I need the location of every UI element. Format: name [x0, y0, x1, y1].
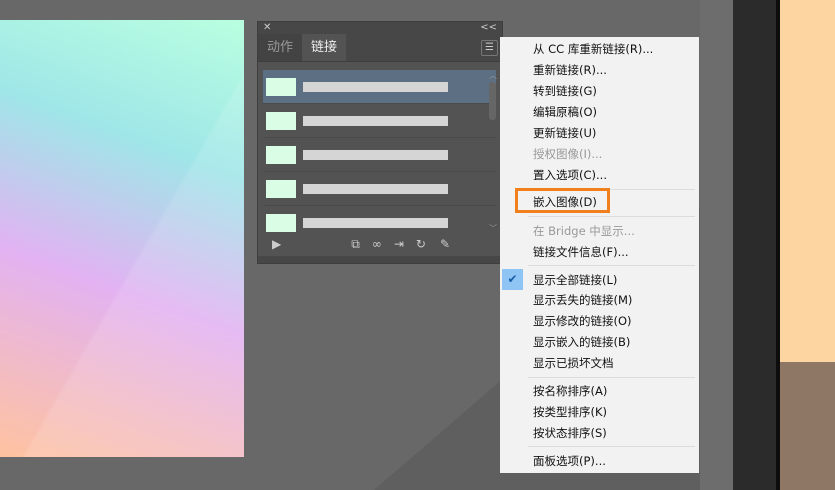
menu-item-show-modified-links[interactable]: 显示修改的链接(O)	[533, 311, 632, 331]
list-item[interactable]	[263, 138, 496, 172]
menu-item-relink[interactable]: 重新链接(R)...	[533, 60, 607, 80]
link-name-placeholder	[303, 149, 448, 160]
scroll-up-icon[interactable]: ︿	[488, 70, 498, 81]
window-gap	[733, 0, 776, 490]
tab-links[interactable]: 链接	[302, 34, 347, 61]
edit-original-icon[interactable]: ✎	[440, 237, 450, 251]
links-list	[263, 70, 496, 234]
close-icon[interactable]: ✕	[263, 22, 271, 34]
link-thumbnail	[266, 145, 296, 164]
link-name-placeholder	[303, 115, 448, 126]
checkmark-icon: ✔	[502, 269, 523, 290]
link-thumbnail	[266, 111, 296, 130]
link-name-placeholder	[303, 81, 448, 92]
collapse-icon[interactable]: <<	[480, 22, 497, 34]
second-artboard	[780, 0, 835, 362]
goto-link-icon[interactable]: ⇥	[394, 237, 404, 251]
menu-item-show-all-links[interactable]: 显示全部链接(L)	[533, 270, 617, 290]
link-thumbnail	[266, 213, 296, 232]
menu-item-show-in-bridge: 在 Bridge 中显示...	[533, 224, 635, 238]
menu-item-sort-by-name[interactable]: 按名称排序(A)	[533, 381, 607, 401]
canvas-edge	[700, 0, 733, 490]
menu-item-show-missing-links[interactable]: 显示丢失的链接(M)	[533, 290, 632, 310]
menu-item-relink-cc[interactable]: 从 CC 库重新链接(R)...	[533, 39, 653, 59]
list-item[interactable]	[263, 70, 496, 104]
menu-item-link-file-info[interactable]: 链接文件信息(F)...	[533, 242, 629, 262]
link-thumbnail	[266, 179, 296, 198]
menu-item-update-link[interactable]: 更新链接(U)	[533, 123, 596, 143]
menu-item-license-image: 授权图像(I)...	[533, 147, 603, 161]
list-item[interactable]	[263, 104, 496, 138]
link-icon[interactable]: ∞	[372, 237, 382, 251]
panel-menu-icon[interactable]: ☰	[481, 40, 498, 56]
list-item[interactable]	[263, 172, 496, 206]
menu-separator	[528, 377, 695, 378]
menu-item-edit-original[interactable]: 编辑原稿(O)	[533, 102, 597, 122]
link-name-placeholder	[303, 217, 448, 228]
highlight-box	[515, 188, 610, 213]
links-panel: ✕ << 动作 链接 ☰ ︿ ﹀ ▶ ⧉ ∞ ⇥ ↻ ✎	[257, 21, 503, 264]
menu-item-placement-options[interactable]: 置入选项(C)...	[533, 165, 607, 185]
update-link-icon[interactable]: ↻	[416, 237, 426, 251]
menu-item-show-broken-docs[interactable]: 显示已损坏文档	[533, 353, 614, 373]
artboard-shade	[0, 20, 244, 457]
menu-item-panel-options[interactable]: 面板选项(P)...	[533, 451, 606, 471]
play-icon[interactable]: ▶	[272, 237, 281, 251]
menu-item-sort-by-status[interactable]: 按状态排序(S)	[533, 423, 607, 443]
relink-cc-icon[interactable]: ⧉	[351, 237, 360, 252]
link-thumbnail	[266, 77, 296, 96]
tab-actions[interactable]: 动作	[258, 34, 303, 61]
menu-item-show-embedded-links[interactable]: 显示嵌入的链接(B)	[533, 332, 630, 352]
link-name-placeholder	[303, 183, 448, 194]
scrollbar-thumb[interactable]	[489, 82, 496, 120]
menu-separator	[528, 216, 695, 217]
menu-separator	[528, 446, 695, 447]
menu-item-goto-link[interactable]: 转到链接(G)	[533, 81, 597, 101]
list-item[interactable]	[263, 206, 496, 234]
menu-item-sort-by-type[interactable]: 按类型排序(K)	[533, 402, 607, 422]
menu-separator	[528, 265, 695, 266]
second-artboard-shape	[780, 362, 835, 490]
panel-context-menu: 从 CC 库重新链接(R)... 重新链接(R)... 转到链接(G) 编辑原稿…	[500, 37, 699, 473]
resize-grip[interactable]	[258, 256, 502, 263]
